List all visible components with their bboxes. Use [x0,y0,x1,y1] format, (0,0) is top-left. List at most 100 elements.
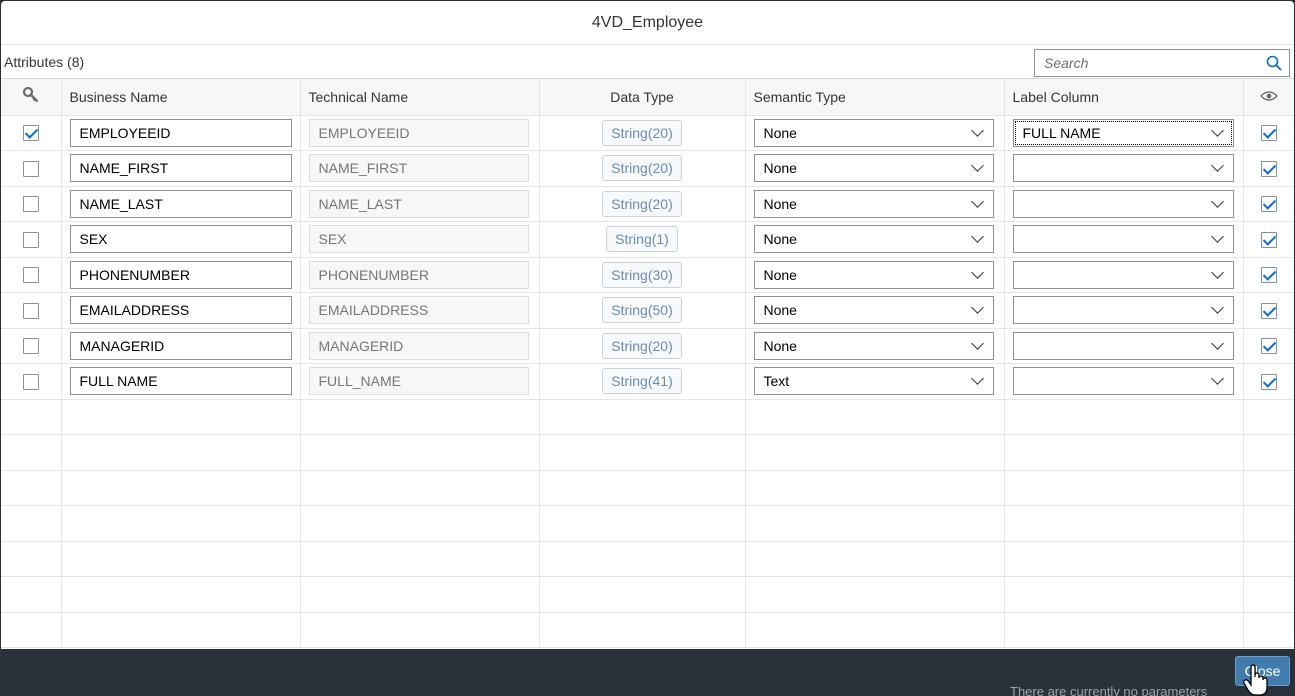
chevron-down-icon[interactable] [1210,265,1224,279]
empty-cell [745,399,1005,435]
data-type-token[interactable]: String(20) [602,190,682,217]
semantic-type-select[interactable]: None [753,225,994,254]
key-checkbox[interactable] [22,160,39,177]
attributes-count-title: Attributes (8) [4,53,85,70]
chevron-down-icon[interactable] [970,123,984,137]
semantic-type-cell: None [745,186,1005,222]
empty-cell [1004,541,1244,577]
semantic-type-select[interactable]: None [753,296,994,325]
chevron-down-icon[interactable] [1210,194,1224,208]
search-field[interactable] [1034,48,1290,77]
chevron-down-icon[interactable] [1210,230,1224,244]
visibility-checkbox[interactable] [1260,302,1277,319]
key-checkbox[interactable] [22,302,39,319]
data-type-token[interactable]: String(30) [602,261,682,288]
technical-name-cell: PHONENUMBER [300,257,540,293]
semantic-type-value: None [763,231,797,248]
visibility-checkbox[interactable] [1260,196,1277,213]
chevron-down-icon[interactable] [1210,336,1224,350]
visibility-checkbox[interactable] [1260,373,1277,390]
visibility-checkbox[interactable] [1260,267,1277,284]
business-name-input[interactable] [69,154,292,183]
business-name-input[interactable] [69,296,292,325]
technical-name-cell: MANAGERID [300,328,540,364]
semantic-type-select[interactable]: None [753,331,994,360]
chevron-down-icon[interactable] [970,265,984,279]
data-type-token[interactable]: String(20) [602,119,682,146]
label-column-header[interactable]: Label Column [1004,79,1244,116]
chevron-down-icon[interactable] [1210,372,1224,386]
business-name-input[interactable] [69,367,292,396]
technical-name-field: PHONENUMBER [308,260,529,289]
chevron-down-icon[interactable] [1210,301,1224,315]
empty-cell [745,434,1005,471]
semantic-type-select[interactable]: None [753,189,994,218]
label-column-select[interactable]: FULL NAME [1012,118,1234,147]
chevron-down-icon[interactable] [970,230,984,244]
data-type-token[interactable]: String(50) [602,297,682,324]
technical-name-header[interactable]: Technical Name [300,79,540,116]
technical-name-field: FULL_NAME [308,367,529,396]
data-type-token[interactable]: String(20) [602,332,682,359]
semantic-type-header[interactable]: Semantic Type [745,79,1005,116]
semantic-type-cell: None [745,292,1005,329]
chevron-down-icon[interactable] [970,194,984,208]
chevron-down-icon[interactable] [970,372,984,386]
empty-cell [1243,541,1294,577]
label-column-select[interactable] [1012,154,1234,183]
label-column-select[interactable] [1012,367,1234,396]
data-type-token[interactable]: String(20) [602,155,682,182]
semantic-type-value: None [763,124,797,141]
chevron-down-icon[interactable] [970,336,984,350]
label-column-select[interactable] [1012,296,1234,325]
chevron-down-icon[interactable] [970,159,984,173]
label-column-select[interactable] [1012,331,1234,360]
empty-cell [539,612,746,648]
semantic-type-value: None [763,302,797,319]
data-type-token[interactable]: String(41) [602,368,682,395]
label-column-select[interactable] [1012,225,1234,254]
empty-cell [539,399,746,435]
empty-cell [61,434,301,471]
semantic-type-select[interactable]: Text [753,367,994,396]
chevron-down-icon[interactable] [1210,159,1224,173]
business-name-input[interactable] [69,225,292,254]
data-type-cell: String(41) [539,363,746,400]
key-checkbox[interactable] [22,267,39,284]
data-type-token[interactable]: String(1) [606,226,678,253]
empty-cell [1,505,62,542]
visibility-checkbox[interactable] [1260,160,1277,177]
chevron-down-icon[interactable] [970,301,984,315]
table-row: NAME_LAST String(20) None [1,186,1294,222]
business-name-input[interactable] [69,118,292,147]
chevron-down-icon[interactable] [1210,123,1224,137]
search-icon[interactable] [1259,50,1289,76]
dialog-title: 4VD_Employee [591,13,704,31]
semantic-type-select[interactable]: None [753,118,994,147]
search-input[interactable] [1035,54,1259,71]
empty-cell [61,576,301,613]
business-name-input[interactable] [69,331,292,360]
key-checkbox[interactable] [22,231,39,248]
empty-cell [1,470,62,506]
close-button[interactable]: Close [1235,656,1290,686]
key-checkbox[interactable] [22,373,39,390]
label-column-select[interactable] [1012,189,1234,218]
business-name-input[interactable] [69,260,292,289]
semantic-type-select[interactable]: None [753,260,994,289]
visibility-checkbox[interactable] [1260,125,1277,142]
business-name-input[interactable] [69,189,292,218]
key-checkbox[interactable] [22,338,39,355]
key-checkbox[interactable] [22,125,39,142]
technical-name-cell: SEX [300,221,540,258]
visibility-checkbox[interactable] [1260,231,1277,248]
label-column-select[interactable] [1012,260,1234,289]
data-type-header[interactable]: Data Type [539,79,746,116]
business-name-header[interactable]: Business Name [61,79,301,116]
technical-name-field: EMPLOYEEID [308,118,529,147]
key-checkbox[interactable] [22,196,39,213]
visibility-cell [1243,150,1294,187]
empty-cell [1004,612,1244,648]
visibility-checkbox[interactable] [1260,338,1277,355]
semantic-type-select[interactable]: None [753,154,994,183]
